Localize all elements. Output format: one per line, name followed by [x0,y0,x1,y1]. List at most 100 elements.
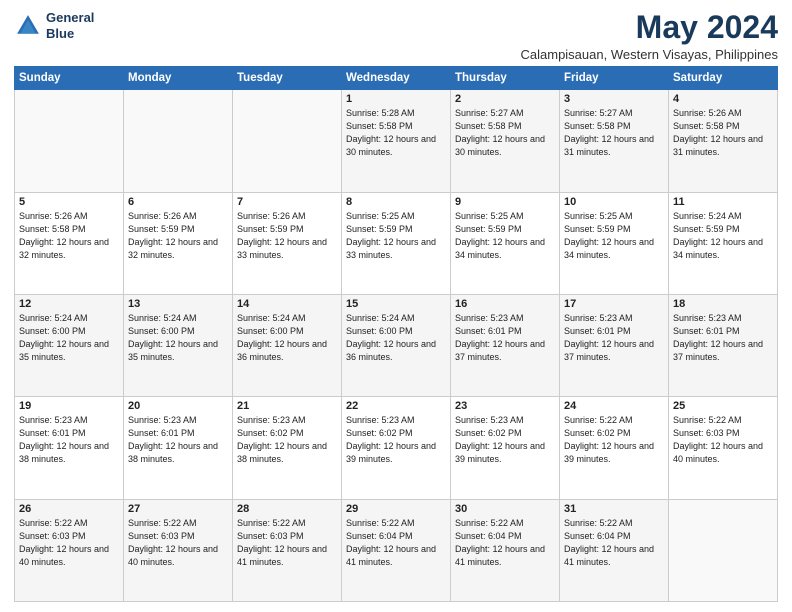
cell-info: Sunrise: 5:28 AM Sunset: 5:58 PM Dayligh… [346,107,446,159]
table-row [669,499,778,601]
logo-icon [14,12,42,40]
day-number: 31 [564,503,664,515]
table-row: 17Sunrise: 5:23 AM Sunset: 6:01 PM Dayli… [560,294,669,396]
cell-info: Sunrise: 5:26 AM Sunset: 5:59 PM Dayligh… [237,210,337,262]
day-number: 13 [128,298,228,310]
calendar-week-row: 26 Sunrise: 5:22 AM Sunset: 6:03 PM Dayli… [15,499,778,601]
page: General Blue May 2024 Calampisauan, West… [0,0,792,612]
cell-info: Sunrise: 5:22 AM Sunset: 6:03 PM Dayligh… [237,517,337,569]
cell-info: Sunrise: 5:22 AM Sunset: 6:04 PM Dayligh… [455,517,555,569]
day-number: 26 [19,503,119,515]
table-row: 2Sunrise: 5:27 AM Sunset: 5:58 PM Daylig… [451,90,560,192]
day-number: 23 [455,400,555,412]
col-wednesday: Wednesday [342,67,451,90]
day-number: 12 [19,298,119,310]
table-row: 19 Sunrise: 5:23 AM Sunset: 6:01 PM Dayli… [15,397,124,499]
col-saturday: Saturday [669,67,778,90]
day-number: 11 [673,196,773,208]
table-row [233,90,342,192]
day-number: 15 [346,298,446,310]
cell-info: Sunrise: 5:24 AM Sunset: 6:00 PM Dayligh… [237,312,337,364]
cell-info: Sunrise: 5:23 AM Sunset: 6:02 PM Dayligh… [455,414,555,466]
cell-info: Sunrise: 5:23 AM Sunset: 6:01 PM Dayligh… [128,414,228,466]
cell-info: Sunrise: 5:27 AM Sunset: 5:58 PM Dayligh… [455,107,555,159]
table-row: 6 Sunrise: 5:26 AM Sunset: 5:59 PM Daylig… [124,192,233,294]
col-sunday: Sunday [15,67,124,90]
day-number: 30 [455,503,555,515]
cell-info: Sunrise: 5:23 AM Sunset: 6:01 PM Dayligh… [19,414,119,466]
day-number: 29 [346,503,446,515]
col-tuesday: Tuesday [233,67,342,90]
table-row: 9 Sunrise: 5:25 AM Sunset: 5:59 PM Daylig… [451,192,560,294]
table-row: 14 Sunrise: 5:24 AM Sunset: 6:00 PM Dayli… [233,294,342,396]
table-row: 21Sunrise: 5:23 AM Sunset: 6:02 PM Dayli… [233,397,342,499]
table-row: 4 Sunrise: 5:26 AM Sunset: 5:58 PM Daylig… [669,90,778,192]
cell-info: Sunrise: 5:25 AM Sunset: 5:59 PM Dayligh… [455,210,555,262]
table-row: 23 Sunrise: 5:23 AM Sunset: 6:02 PM Dayli… [451,397,560,499]
day-number: 1 [346,93,446,105]
cell-info: Sunrise: 5:27 AM Sunset: 5:58 PM Dayligh… [564,107,664,159]
day-number: 17 [564,298,664,310]
day-number: 27 [128,503,228,515]
cell-info: Sunrise: 5:23 AM Sunset: 6:01 PM Dayligh… [673,312,773,364]
day-number: 21 [237,400,337,412]
table-row: 26 Sunrise: 5:22 AM Sunset: 6:03 PM Dayli… [15,499,124,601]
day-number: 3 [564,93,664,105]
calendar-week-row: 1 Sunrise: 5:28 AM Sunset: 5:58 PM Daylig… [15,90,778,192]
col-thursday: Thursday [451,67,560,90]
calendar-week-row: 5Sunrise: 5:26 AM Sunset: 5:58 PM Daylig… [15,192,778,294]
day-number: 22 [346,400,446,412]
title-block: May 2024 Calampisauan, Western Visayas, … [521,10,779,62]
calendar-header-row: Sunday Monday Tuesday Wednesday Thursday… [15,67,778,90]
cell-info: Sunrise: 5:24 AM Sunset: 6:00 PM Dayligh… [346,312,446,364]
table-row: 8Sunrise: 5:25 AM Sunset: 5:59 PM Daylig… [342,192,451,294]
cell-info: Sunrise: 5:24 AM Sunset: 6:00 PM Dayligh… [128,312,228,364]
logo: General Blue [14,10,94,41]
table-row [124,90,233,192]
title-month: May 2024 [521,10,779,45]
day-number: 19 [19,400,119,412]
day-number: 25 [673,400,773,412]
cell-info: Sunrise: 5:24 AM Sunset: 6:00 PM Dayligh… [19,312,119,364]
table-row: 15 Sunrise: 5:24 AM Sunset: 6:00 PM Dayli… [342,294,451,396]
cell-info: Sunrise: 5:22 AM Sunset: 6:03 PM Dayligh… [128,517,228,569]
cell-info: Sunrise: 5:22 AM Sunset: 6:02 PM Dayligh… [564,414,664,466]
logo-text: General Blue [46,10,94,41]
table-row: 20 Sunrise: 5:23 AM Sunset: 6:01 PM Dayli… [124,397,233,499]
day-number: 20 [128,400,228,412]
calendar-table: Sunday Monday Tuesday Wednesday Thursday… [14,66,778,602]
cell-info: Sunrise: 5:23 AM Sunset: 6:01 PM Dayligh… [455,312,555,364]
cell-info: Sunrise: 5:22 AM Sunset: 6:03 PM Dayligh… [673,414,773,466]
cell-info: Sunrise: 5:25 AM Sunset: 5:59 PM Dayligh… [346,210,446,262]
day-number: 14 [237,298,337,310]
day-number: 18 [673,298,773,310]
cell-info: Sunrise: 5:22 AM Sunset: 6:04 PM Dayligh… [564,517,664,569]
day-number: 16 [455,298,555,310]
calendar-body: 1 Sunrise: 5:28 AM Sunset: 5:58 PM Daylig… [15,90,778,602]
table-row: 28 Sunrise: 5:22 AM Sunset: 6:03 PM Dayli… [233,499,342,601]
col-monday: Monday [124,67,233,90]
day-number: 5 [19,196,119,208]
cell-info: Sunrise: 5:26 AM Sunset: 5:59 PM Dayligh… [128,210,228,262]
table-row: 25 Sunrise: 5:22 AM Sunset: 6:03 PM Dayli… [669,397,778,499]
table-row: 22 Sunrise: 5:23 AM Sunset: 6:02 PM Dayli… [342,397,451,499]
cell-info: Sunrise: 5:22 AM Sunset: 6:03 PM Dayligh… [19,517,119,569]
day-number: 7 [237,196,337,208]
table-row: 1 Sunrise: 5:28 AM Sunset: 5:58 PM Daylig… [342,90,451,192]
header: General Blue May 2024 Calampisauan, West… [14,10,778,62]
table-row: 5Sunrise: 5:26 AM Sunset: 5:58 PM Daylig… [15,192,124,294]
calendar-week-row: 12 Sunrise: 5:24 AM Sunset: 6:00 PM Dayli… [15,294,778,396]
table-row: 12 Sunrise: 5:24 AM Sunset: 6:00 PM Dayli… [15,294,124,396]
table-row: 18 Sunrise: 5:23 AM Sunset: 6:01 PM Dayli… [669,294,778,396]
cell-info: Sunrise: 5:23 AM Sunset: 6:02 PM Dayligh… [346,414,446,466]
day-number: 6 [128,196,228,208]
calendar-week-row: 19 Sunrise: 5:23 AM Sunset: 6:01 PM Dayli… [15,397,778,499]
title-location: Calampisauan, Western Visayas, Philippin… [521,47,779,62]
table-row: 27 Sunrise: 5:22 AM Sunset: 6:03 PM Dayli… [124,499,233,601]
day-number: 28 [237,503,337,515]
day-number: 4 [673,93,773,105]
cell-info: Sunrise: 5:26 AM Sunset: 5:58 PM Dayligh… [673,107,773,159]
table-row: 3 Sunrise: 5:27 AM Sunset: 5:58 PM Daylig… [560,90,669,192]
table-row: 31 Sunrise: 5:22 AM Sunset: 6:04 PM Dayli… [560,499,669,601]
day-number: 9 [455,196,555,208]
